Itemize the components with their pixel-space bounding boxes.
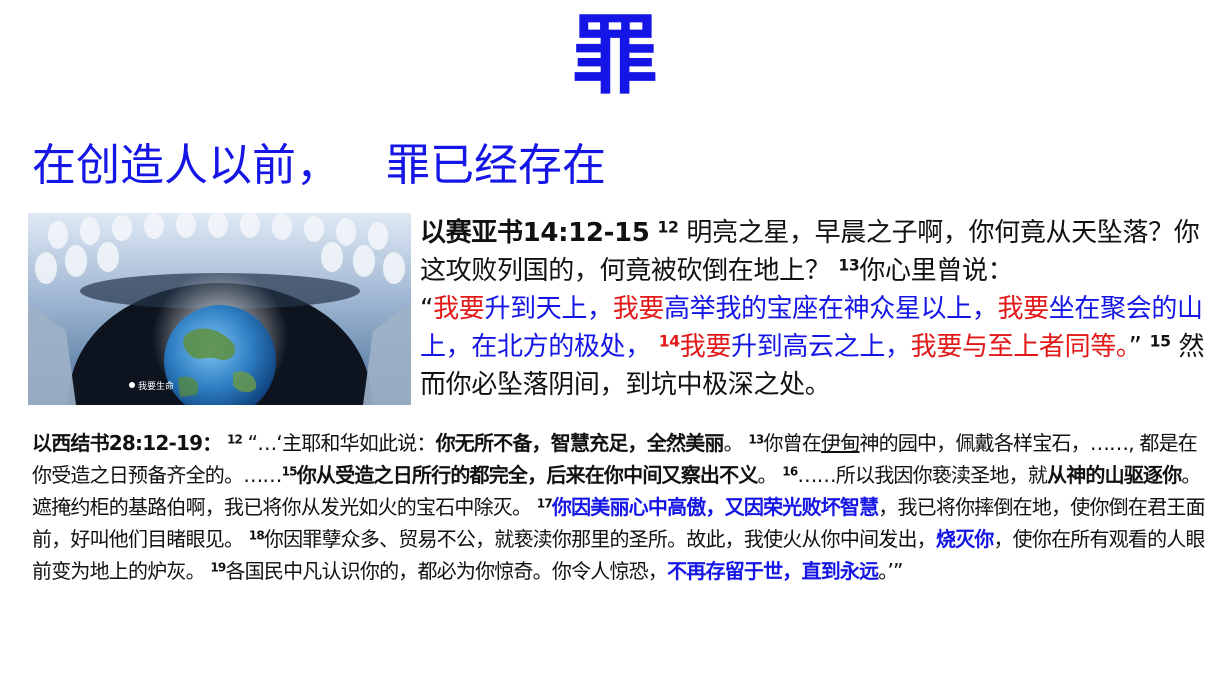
subtitle: 在创造人以前， 罪已经存在: [32, 140, 606, 192]
highlight-blue: 升到高云之上，: [731, 332, 911, 362]
verse-number: 15: [281, 464, 298, 479]
verse-text: 你心里曾说：: [859, 256, 1014, 286]
bold-text: 你无所不备，智慧充足，全然美丽: [435, 431, 725, 455]
bold-blue-text: 你因美丽心中高傲，又因荣光败坏智慧: [551, 495, 879, 519]
verse-number: 12: [657, 218, 679, 237]
bold-text: 你从受造之日所行的都完全，后来在你中间又察出不义: [296, 463, 759, 487]
bold-blue-text: 烧灭你: [935, 527, 994, 551]
highlight-red: 我要: [910, 332, 963, 362]
verse-text: 你因罪孽众多、贸易不公，就亵渎你那里的圣所。故此，我使火从你中间发出，: [263, 527, 937, 551]
highlight-red: 我要: [433, 294, 485, 324]
isaiah-reference: 以赛亚书14:12-15: [420, 218, 650, 248]
verse-number: 19: [210, 560, 226, 575]
page-title: 罪: [572, 6, 658, 106]
subtitle-part-1: 在创造人以前，: [32, 140, 340, 191]
quote-mark: ”: [1128, 332, 1142, 362]
image-watermark: 我要生命: [138, 382, 175, 392]
verse-number: 15: [1149, 332, 1171, 351]
verse-number: 13: [838, 256, 860, 275]
highlight-blue: 高举我的宝座在神众星以上，: [664, 294, 998, 324]
highlight-red: 我要: [997, 294, 1049, 324]
bold-blue-text: 不再存留于世，直到永远: [667, 559, 879, 583]
subtitle-part-2: 罪已经存在: [386, 140, 606, 191]
underlined-text: 伊甸: [821, 431, 860, 455]
verse-number: 18: [248, 528, 265, 543]
isaiah-passage: 以赛亚书14:12-15 12 明亮之星，早晨之子啊，你何竟从天坠落？你这攻败列…: [420, 214, 1225, 404]
verse-text: 各国民中凡认识你的，都必为你惊奇。你令人惊恐，: [225, 559, 668, 583]
verse-text: “…‘主耶和华如此说：: [247, 431, 437, 455]
angels-earth-image: 我要生命: [28, 213, 411, 405]
highlight-red: 与至上者同等。: [961, 332, 1129, 362]
verse-number: 13: [748, 432, 764, 447]
ezekiel-reference: 以西结书28:12-19：: [32, 431, 222, 455]
bold-text: 从神的山驱逐你: [1047, 463, 1182, 487]
verse-text: 。’”: [878, 559, 903, 583]
verse-text: 。: [757, 463, 778, 487]
verse-number: 14: [658, 332, 680, 351]
verse-text: 。: [723, 431, 744, 455]
highlight-blue: 升到天上，: [484, 294, 613, 324]
highlight-red: 我要: [679, 332, 732, 362]
verse-number: 12: [226, 432, 243, 447]
highlight-red: 我要: [612, 294, 665, 324]
verse-text: 你曾在: [763, 431, 822, 455]
angels-earth-illustration: [28, 213, 411, 405]
ezekiel-passage: 以西结书28:12-19： 12 “…‘主耶和华如此说：你无所不备，智慧充足，全…: [32, 427, 1212, 587]
verse-number: 16: [782, 464, 798, 479]
verse-text: ……所以我因你亵渎圣地，就: [797, 463, 1048, 487]
quote-mark: “: [420, 294, 434, 324]
verse-number: 17: [536, 496, 553, 511]
